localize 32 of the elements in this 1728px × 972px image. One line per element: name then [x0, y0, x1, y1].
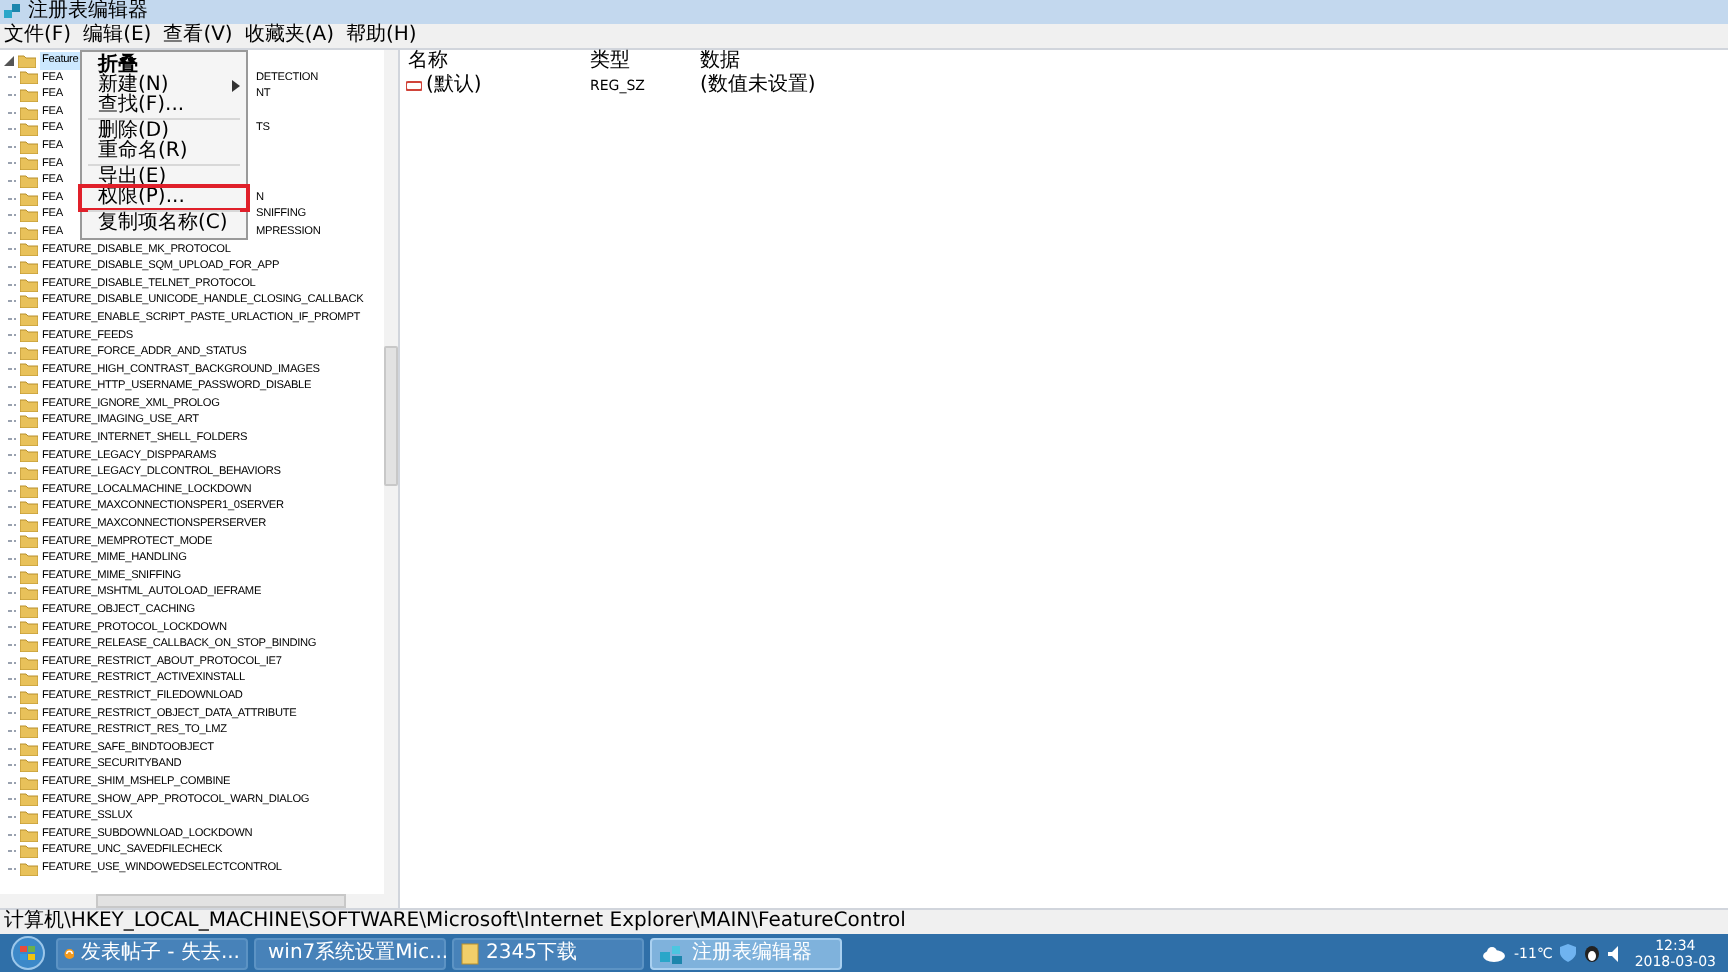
column-header[interactable]: 类型	[590, 50, 700, 74]
menu-item[interactable]: 折叠	[82, 56, 246, 76]
menu-item[interactable]: 查看(V)	[163, 24, 233, 48]
taskbar-button[interactable]: 2345下载	[452, 937, 644, 969]
column-header[interactable]: 名称	[406, 50, 590, 74]
menu-item[interactable]: 帮助(H)	[346, 24, 417, 48]
cubes-icon	[4, 4, 22, 20]
menu-item[interactable]: 编辑(E)	[83, 24, 152, 48]
menu-item[interactable]: 导出(E)	[82, 168, 246, 188]
value-data: (数值未设置)	[700, 74, 816, 98]
string-value-icon	[406, 80, 422, 92]
cloud-icon[interactable]	[1482, 945, 1507, 961]
menu-item[interactable]: 文件(F)	[4, 24, 72, 48]
menu-item[interactable]: 查找(F)...	[82, 96, 246, 116]
taskbar-button[interactable]: win7系统设置Mic...	[254, 937, 446, 969]
menu-item[interactable]: 复制项名称(C)	[82, 214, 246, 234]
scrollbar[interactable]	[0, 894, 398, 908]
start-orb-icon[interactable]	[6, 936, 50, 970]
folder-icon	[460, 941, 480, 965]
menu-item[interactable]: 删除(D)	[82, 122, 246, 142]
menu-item[interactable]: 收藏夹(A)	[244, 24, 334, 48]
column-header[interactable]: 数据	[700, 50, 860, 74]
scrollbar[interactable]	[384, 50, 398, 894]
taskbar-button[interactable]: 发表帖子 - 失去...	[56, 937, 248, 969]
value-name[interactable]: (默认)	[426, 74, 482, 98]
status-path: 计算机\HKEY_LOCAL_MACHINE\SOFTWARE\Microsoft\Internet Explorer\MAIN\FeatureControl	[4, 910, 906, 934]
collapse-arrow-icon[interactable]	[4, 55, 14, 66]
menu-item[interactable]: 新建(N)	[82, 76, 246, 96]
menu-item[interactable]: 重命名(R)	[82, 142, 246, 162]
penguin-icon[interactable]	[1584, 944, 1601, 962]
submenu-arrow-icon	[232, 80, 240, 92]
cubes-icon	[658, 941, 686, 965]
